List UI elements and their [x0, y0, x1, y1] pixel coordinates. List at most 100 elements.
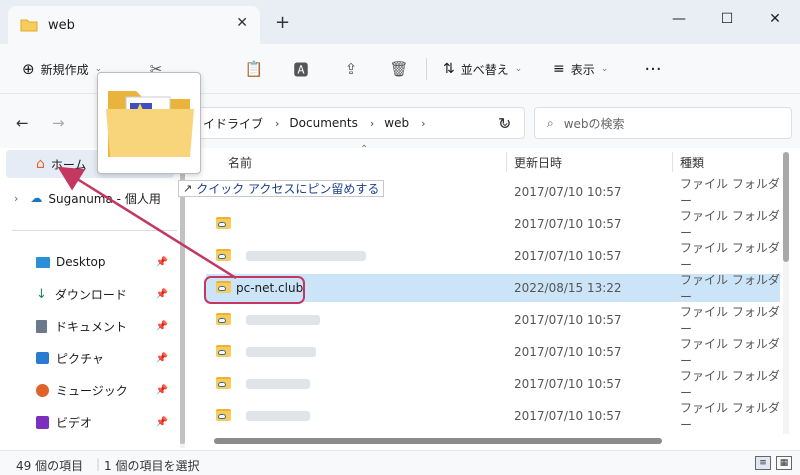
sidebar-item-downloads[interactable]: ↓ ダウンロード 📌: [6, 280, 174, 308]
row-date: 2017/07/10 10:57: [514, 313, 622, 327]
sidebar-scrollbar-thumb[interactable]: [180, 154, 185, 444]
vertical-scrollbar[interactable]: [783, 152, 789, 434]
forward-arrow-icon[interactable]: →: [52, 114, 65, 132]
share-icon[interactable]: ⇪: [340, 58, 362, 80]
column-header-type[interactable]: 種類: [680, 154, 704, 171]
table-row[interactable]: 2017/07/10 10:57 ファイル フォルダー: [206, 401, 780, 432]
vertical-scrollbar-thumb[interactable]: [783, 152, 789, 262]
view-button[interactable]: ≡ 表示 ⌄: [553, 56, 608, 82]
chevron-down-icon: ⌄: [600, 64, 609, 74]
pin-icon: 📌: [155, 384, 168, 396]
cloud-status-icon: [218, 350, 226, 355]
cloud-status-icon: [218, 222, 226, 227]
sort-icon: ⇅: [443, 61, 455, 77]
pin-icon: 📌: [155, 352, 168, 364]
chevron-right-icon: ›: [369, 116, 375, 130]
pin-cursor-icon: ↗: [183, 182, 193, 195]
folder-icon: [20, 19, 38, 32]
pin-tooltip: ↗ クイック アクセスにピン留めする: [178, 180, 385, 197]
row-date: 2017/07/10 10:57: [514, 249, 622, 263]
delete-icon[interactable]: 🗑: [388, 58, 410, 80]
rename-icon[interactable]: 🅰: [290, 58, 312, 80]
column-separator[interactable]: [506, 152, 507, 172]
folder-with-file-icon: [106, 91, 194, 157]
view-label: 表示: [570, 62, 595, 77]
sidebar-item-documents[interactable]: ドキュメント 📌: [6, 312, 174, 340]
sidebar-item-label: Desktop: [56, 255, 106, 269]
tiles-view-icon[interactable]: ▦: [776, 456, 792, 470]
row-type: ファイル フォルダー: [680, 401, 780, 432]
download-icon: ↓: [36, 286, 47, 302]
close-tab-icon[interactable]: ✕: [236, 15, 248, 31]
row-date: 2017/07/10 10:57: [514, 345, 622, 359]
breadcrumb-web[interactable]: web: [384, 116, 409, 130]
navigation-pane: ⌂ ホーム › ☁ Suganuma - 個人用 Desktop 📌 ↓ ダウン…: [0, 148, 178, 450]
sidebar-item-pictures[interactable]: ピクチャ 📌: [6, 344, 174, 372]
sidebar-item-label: ピクチャ: [56, 351, 104, 366]
item-count: 49 個の項目: [16, 459, 84, 473]
sidebar-item-label: ビデオ: [56, 415, 93, 430]
row-type: ファイル フォルダー: [680, 305, 780, 336]
picture-icon: [36, 352, 49, 364]
column-header-name[interactable]: 名前: [228, 154, 252, 171]
breadcrumb-documents[interactable]: Documents: [289, 116, 357, 130]
home-icon: ⌂: [36, 156, 45, 172]
refresh-icon[interactable]: ↻: [498, 114, 511, 133]
sidebar-onedrive-label: Suganuma - 個人用: [48, 191, 161, 206]
drag-preview: [97, 72, 201, 174]
search-icon: ⌕: [547, 115, 554, 130]
desktop-icon: [36, 256, 50, 268]
new-label: 新規作成: [40, 62, 89, 77]
column-header-date[interactable]: 更新日時: [514, 154, 562, 171]
search-placeholder: webの検索: [563, 116, 625, 131]
column-separator[interactable]: [672, 152, 673, 172]
title-bar: web ✕ + — ☐ ✕: [0, 0, 800, 44]
sidebar-item-label: ダウンロード: [54, 287, 127, 302]
search-box[interactable]: ⌕ webの検索: [534, 107, 792, 139]
table-row[interactable]: 2017/07/10 10:57 ファイル フォルダー: [206, 241, 780, 272]
sidebar-divider: [12, 230, 177, 231]
status-divider: |: [96, 457, 101, 471]
blurred-name: [246, 411, 310, 421]
table-row[interactable]: 2017/07/10 10:57 ファイル フォルダー: [206, 209, 780, 240]
table-row[interactable]: 2017/07/10 10:57 ファイル フォルダー: [206, 337, 780, 368]
cloud-icon: ☁: [30, 191, 43, 205]
view-lines-icon: ≡: [553, 61, 565, 77]
minimize-button[interactable]: —: [664, 8, 694, 30]
paste-icon[interactable]: 📋: [243, 58, 265, 80]
table-row[interactable]: 2017/07/10 10:57 ファイル フォルダー: [206, 369, 780, 400]
sidebar-item-label: ドキュメント: [55, 319, 128, 334]
pin-icon: 📌: [155, 320, 168, 332]
maximize-button[interactable]: ☐: [712, 8, 742, 30]
new-button[interactable]: ⊕ 新規作成 ⌄: [22, 56, 102, 82]
tab-web[interactable]: web ✕: [8, 6, 260, 44]
cloud-status-icon: [218, 254, 226, 259]
sidebar-item-videos[interactable]: ビデオ 📌: [6, 408, 174, 436]
blurred-name: [246, 251, 366, 261]
horizontal-scrollbar-thumb[interactable]: [214, 438, 662, 444]
sort-button[interactable]: ⇅ 並べ替え ⌄: [443, 56, 522, 82]
cloud-status-icon: [218, 318, 226, 323]
sidebar-item-onedrive[interactable]: › ☁ Suganuma - 個人用: [6, 184, 174, 212]
close-window-button[interactable]: ✕: [760, 8, 790, 30]
details-view-icon[interactable]: ≡: [755, 456, 771, 470]
new-tab-button[interactable]: +: [275, 12, 290, 33]
back-arrow-icon[interactable]: ←: [16, 114, 29, 132]
cloud-status-icon: [218, 382, 226, 387]
table-row[interactable]: 2017/07/10 10:57 ファイル フォルダー: [206, 305, 780, 336]
row-date: 2022/08/15 13:22: [514, 281, 622, 295]
selection-count: 1 個の項目を選択: [104, 459, 200, 473]
sidebar-item-music[interactable]: ミュージック 📌: [6, 376, 174, 404]
status-bar: 49 個の項目 | 1 個の項目を選択 ≡ ▦: [0, 450, 800, 475]
row-type: ファイル フォルダー: [680, 337, 780, 368]
plus-circle-icon: ⊕: [22, 60, 35, 78]
pin-icon: 📌: [155, 288, 168, 300]
tooltip-text: クイック アクセスにピン留めする: [196, 182, 380, 196]
toolbar-separator: [426, 58, 427, 80]
more-options-icon[interactable]: ···: [642, 58, 664, 80]
breadcrumb-onedrive[interactable]: イドライブ: [203, 115, 263, 132]
row-date: 2017/07/10 10:57: [514, 185, 622, 199]
row-date: 2017/07/10 10:57: [514, 217, 622, 231]
sidebar-item-label: ミュージック: [56, 383, 128, 398]
sidebar-item-desktop[interactable]: Desktop 📌: [6, 248, 174, 276]
